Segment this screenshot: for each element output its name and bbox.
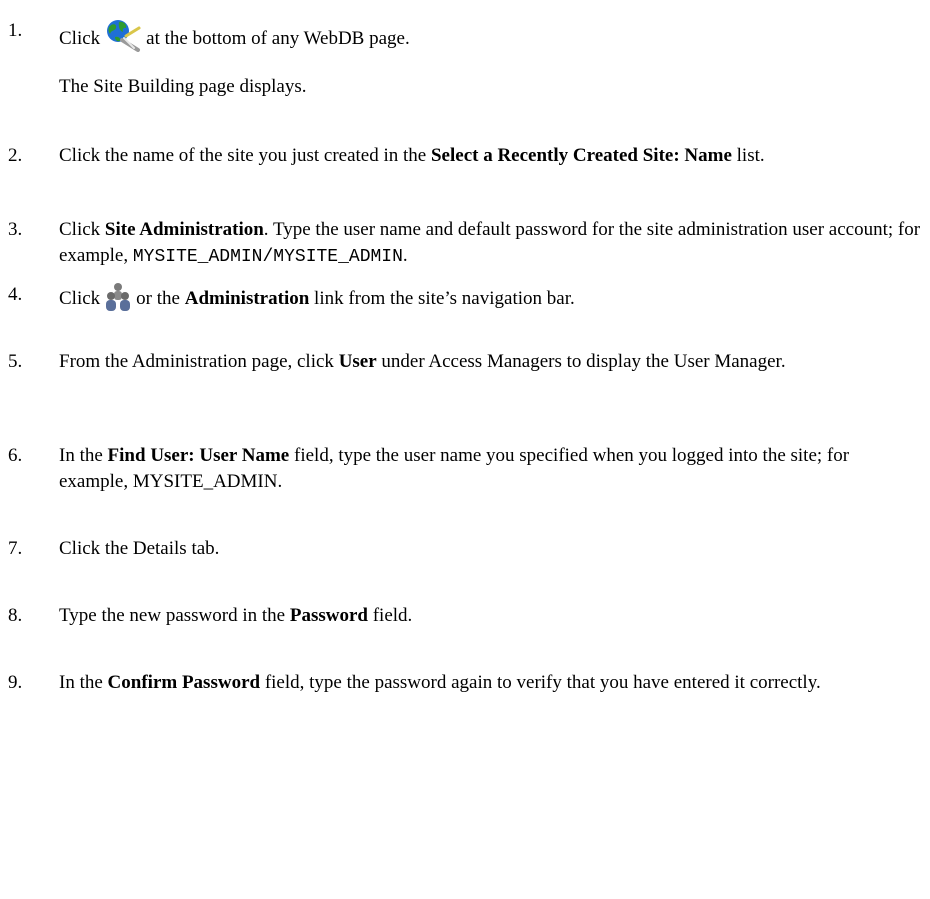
step-number: 2. [8, 145, 23, 166]
step-text-part: From the Administration page, click [59, 351, 339, 372]
step-text-part: list. [731, 145, 765, 166]
step-1-result: The Site Building page displays. [59, 76, 307, 97]
ui-label-select-recent-site: Select a Recently Created Site: Name [430, 145, 732, 166]
example-credentials: MYSITE_ADMIN/MYSITE_ADMIN [132, 247, 403, 267]
step-text-part: . [402, 245, 408, 266]
step-text: Click the Details tab. [59, 538, 220, 559]
step-text-part: at the bottom of any WebDB page. [146, 28, 410, 49]
step-number: 1. [8, 20, 23, 41]
step-text-part: field. [367, 605, 413, 626]
ui-label-site-administration: Site Administration [104, 219, 264, 240]
step-text: Click the name of the site you just crea… [59, 143, 922, 169]
ui-label-password: Password [289, 605, 368, 626]
ui-label-administration: Administration [184, 288, 310, 309]
step-text: In the Confirm Password field, type the … [59, 670, 922, 696]
step-text: Click Site Administration. Type the user… [59, 217, 922, 270]
step-text-part: under Access Managers to display the Use… [376, 351, 786, 372]
step-text-part: Click the name of the site you just crea… [59, 145, 431, 166]
step-text: Click or the Administration link from th… [59, 282, 922, 312]
ui-label-confirm-password: Confirm Password [107, 672, 261, 693]
step-number: 7. [8, 538, 23, 559]
step-number: 4. [8, 284, 23, 305]
step-number: 3. [8, 219, 23, 240]
step-text-part: field, type the password again to verify… [260, 672, 821, 693]
users-administration-icon[interactable] [104, 282, 132, 312]
step-text-part: In the [59, 445, 108, 466]
step-number: 6. [8, 445, 23, 466]
step-text-part: Click [59, 288, 101, 309]
step-text: In the Find User: User Name field, type … [59, 443, 922, 495]
step-text-part: Click [59, 219, 105, 240]
ui-label-user: User [338, 351, 377, 372]
step-text-part: link from the site’s navigation bar. [309, 288, 575, 309]
ui-label-find-user: Find User: User Name [107, 445, 290, 466]
step-number: 5. [8, 351, 23, 372]
step-text: Click at the bottom of any WebDB page. [59, 18, 922, 52]
step-text: Type the new password in the Password fi… [59, 603, 922, 629]
step-text: From the Administration page, click User… [59, 349, 922, 375]
step-number: 8. [8, 605, 23, 626]
step-text-part: or the [136, 288, 185, 309]
step-text-part: In the [59, 672, 108, 693]
step-number: 9. [8, 672, 23, 693]
site-building-globe-icon[interactable] [104, 18, 142, 52]
step-text-part: Type the new password in the [59, 605, 290, 626]
step-text-part: Click [59, 28, 101, 49]
